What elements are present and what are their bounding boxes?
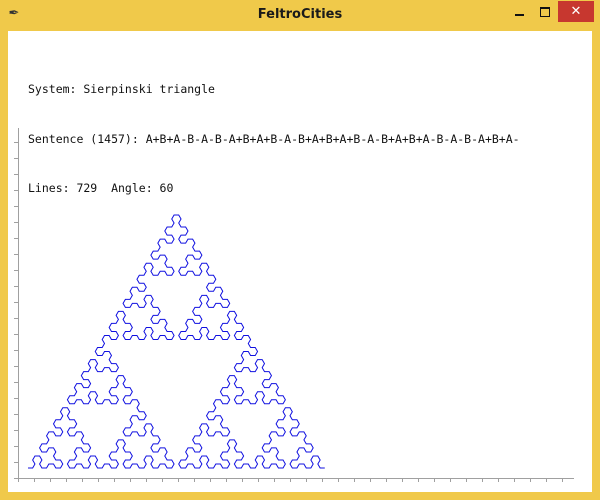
- drawing-canvas[interactable]: System: Sierpinski triangle Sentence (14…: [8, 31, 592, 492]
- plot-area: [14, 128, 574, 482]
- maximize-button[interactable]: [532, 1, 558, 22]
- minimize-button[interactable]: [506, 1, 532, 22]
- maximize-icon: [540, 6, 550, 17]
- minimize-icon: [514, 13, 524, 16]
- close-icon: ✕: [570, 4, 582, 19]
- sierpinski-curve: [28, 214, 325, 469]
- axes: [14, 128, 574, 482]
- app-window: ✒ FeltroCities ✕ System: Sierpinski tria…: [0, 0, 600, 500]
- title-bar[interactable]: ✒ FeltroCities ✕: [0, 0, 600, 30]
- close-button[interactable]: ✕: [558, 1, 594, 22]
